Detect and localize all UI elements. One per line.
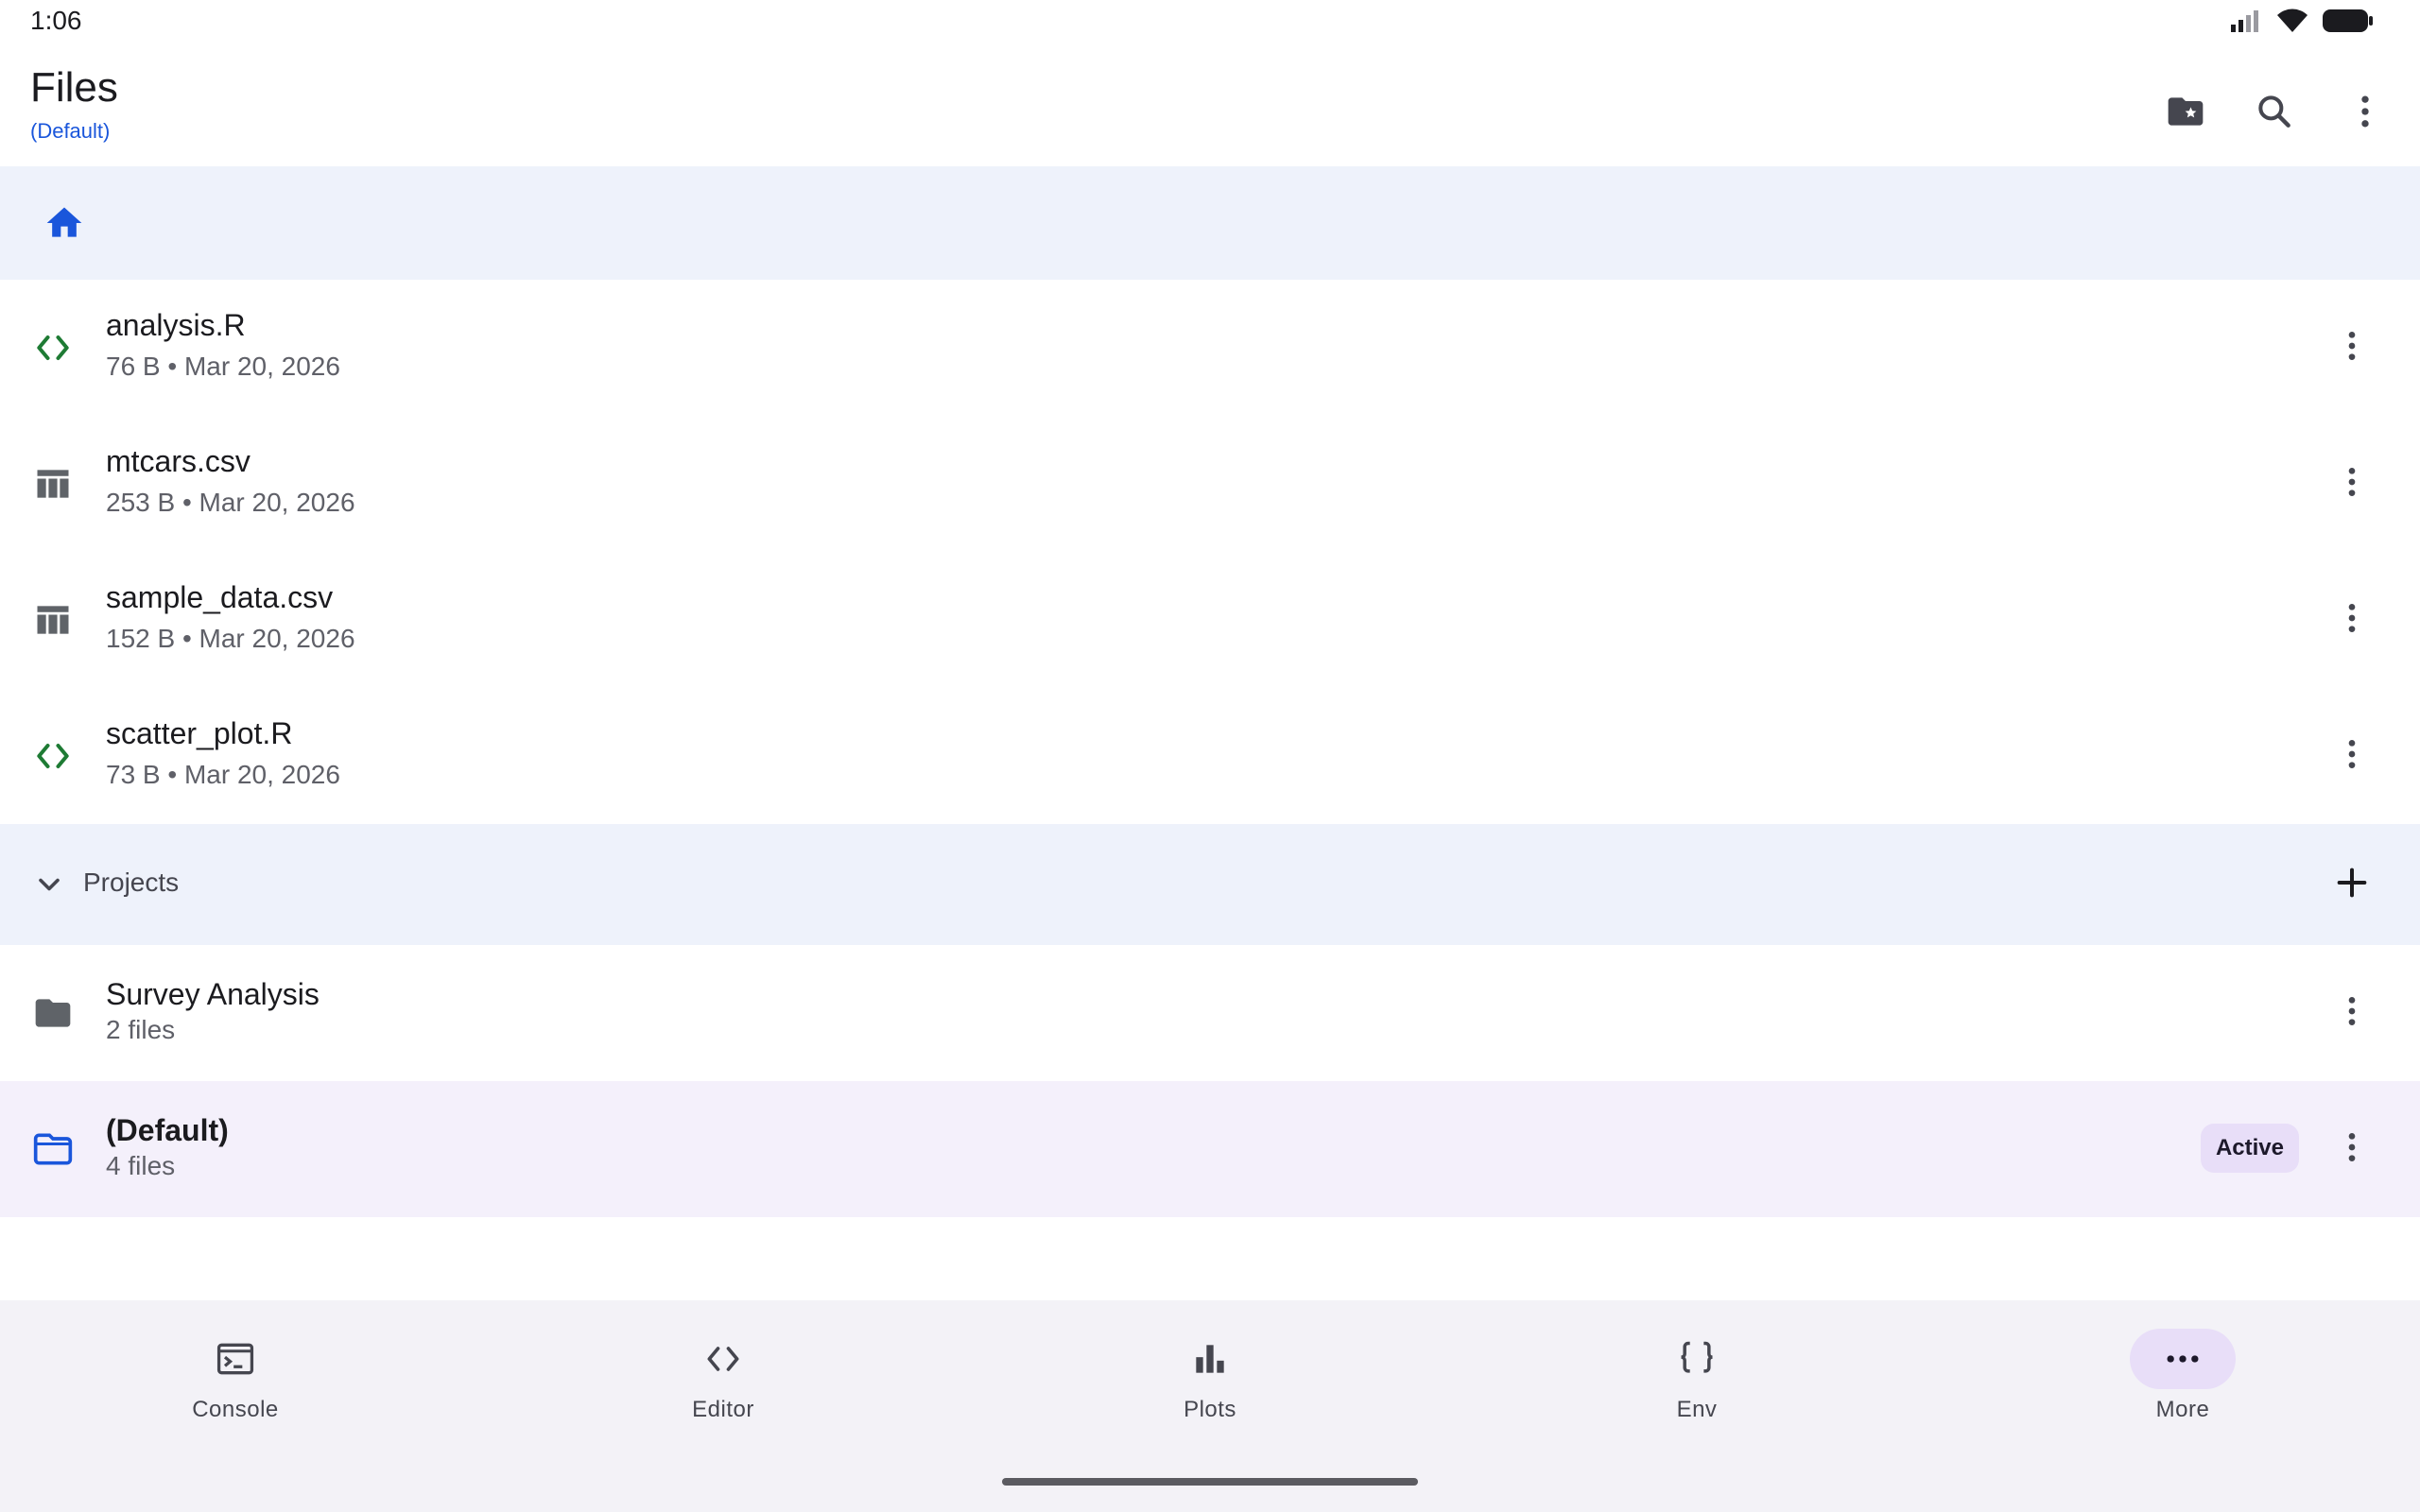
terminal-icon: [182, 1329, 288, 1389]
wifi-icon: [2276, 8, 2308, 39]
file-meta: 76 B • Mar 20, 2026: [106, 352, 340, 381]
file-name: scatter_plot.R: [106, 716, 293, 750]
status-bar: 1:06: [0, 0, 2420, 45]
more-vert-icon: [2344, 91, 2386, 137]
project-meta: 2 files: [106, 1015, 176, 1044]
projects-section-label: Projects: [83, 868, 180, 897]
nav-plots[interactable]: Plots: [1097, 1329, 1323, 1433]
status-icons: [2229, 8, 2375, 39]
folder-icon: [30, 990, 76, 1036]
bookmarked-folders-button[interactable]: [2152, 79, 2220, 147]
file-row[interactable]: scatter_plot.R 73 B • Mar 20, 2026: [0, 688, 2420, 824]
code-icon: [670, 1329, 776, 1389]
table-icon: [30, 597, 76, 643]
project-row[interactable]: Survey Analysis 2 files: [0, 945, 2420, 1081]
more-vert-icon: [2333, 735, 2371, 778]
home-icon: [43, 202, 85, 249]
search-icon: [2254, 91, 2295, 137]
more-vert-icon: [2333, 463, 2371, 506]
search-button[interactable]: [2240, 79, 2308, 147]
file-name: mtcars.csv: [106, 444, 251, 478]
file-name: sample_data.csv: [106, 580, 334, 614]
battery-icon: [2322, 8, 2375, 39]
more-vert-icon: [2333, 599, 2371, 642]
current-project-label[interactable]: (Default): [30, 119, 110, 144]
chevron-down-icon[interactable]: [30, 862, 68, 907]
file-meta: 152 B • Mar 20, 2026: [106, 624, 355, 653]
status-time: 1:06: [30, 6, 82, 35]
file-meta: 253 B • Mar 20, 2026: [106, 488, 355, 517]
code-icon: [30, 733, 76, 779]
bar-chart-icon: [1157, 1329, 1263, 1389]
file-options-button[interactable]: [2322, 318, 2382, 378]
more-vert-icon: [2333, 1128, 2371, 1171]
active-badge: Active: [2200, 1124, 2299, 1173]
file-row[interactable]: sample_data.csv 152 B • Mar 20, 2026: [0, 552, 2420, 688]
file-options-button[interactable]: [2322, 454, 2382, 514]
file-row[interactable]: mtcars.csv 253 B • Mar 20, 2026: [0, 416, 2420, 552]
project-row-active[interactable]: (Default) 4 files Active: [0, 1081, 2420, 1217]
projects-section-header[interactable]: Projects: [0, 824, 2420, 945]
add-project-button[interactable]: [2322, 854, 2382, 915]
file-options-button[interactable]: [2322, 590, 2382, 650]
nav-label: Env: [1676, 1397, 1718, 1422]
home-indicator[interactable]: [1002, 1478, 1418, 1486]
overflow-menu-button[interactable]: [2331, 79, 2399, 147]
nav-label: More: [2155, 1397, 2210, 1422]
breadcrumb: [0, 166, 2420, 280]
project-options-button[interactable]: [2322, 983, 2382, 1043]
folder-outline-icon: [30, 1126, 76, 1172]
more-vert-icon: [2333, 327, 2371, 369]
code-icon: [30, 325, 76, 370]
more-horiz-icon: [2130, 1329, 2236, 1389]
nav-label: Plots: [1184, 1397, 1236, 1422]
more-vert-icon: [2333, 992, 2371, 1035]
nav-more[interactable]: More: [2069, 1329, 2296, 1433]
file-meta: 73 B • Mar 20, 2026: [106, 760, 340, 789]
file-row[interactable]: analysis.R 76 B • Mar 20, 2026: [0, 280, 2420, 416]
project-options-button[interactable]: [2322, 1119, 2382, 1179]
home-button[interactable]: [38, 198, 91, 251]
file-options-button[interactable]: [2322, 726, 2382, 786]
nav-env[interactable]: Env: [1583, 1329, 1810, 1433]
project-name: Survey Analysis: [106, 977, 320, 1011]
table-icon: [30, 461, 76, 507]
project-meta: 4 files: [106, 1151, 176, 1180]
folder-star-icon: [2165, 91, 2206, 137]
nav-label: Console: [192, 1397, 279, 1422]
project-name: (Default): [106, 1113, 229, 1147]
top-app-bar: Files (Default): [0, 45, 2420, 166]
nav-editor[interactable]: Editor: [610, 1329, 837, 1433]
plus-icon: [2333, 864, 2371, 906]
nav-label: Editor: [692, 1397, 754, 1422]
file-name: analysis.R: [106, 308, 246, 342]
signal-icon: [2229, 8, 2263, 39]
nav-console[interactable]: Console: [122, 1329, 349, 1433]
braces-icon: [1644, 1329, 1750, 1389]
page-title: Files: [30, 64, 118, 111]
